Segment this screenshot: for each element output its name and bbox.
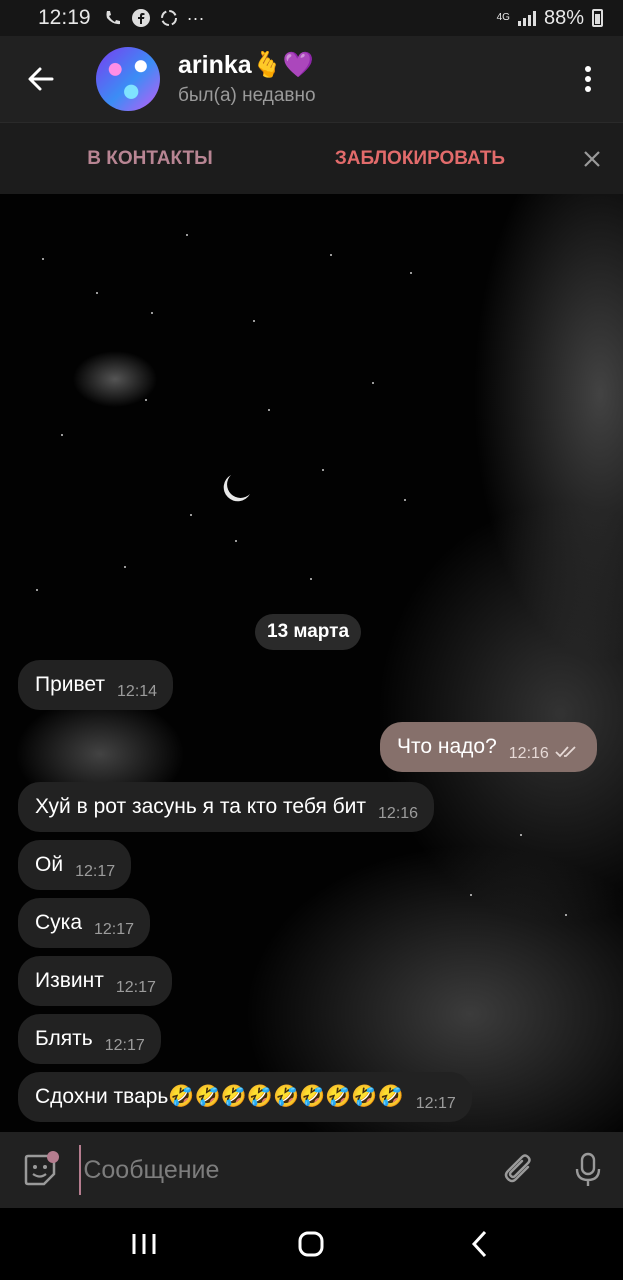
message-text: Сдохни тварь🤣🤣🤣🤣🤣🤣🤣🤣🤣 <box>35 1085 404 1108</box>
back-arrow-icon <box>28 67 54 91</box>
message-time: 12:17 <box>75 863 116 880</box>
message-bubble[interactable]: Хуй в рот засунь я та кто тебя бит 12:16 <box>18 782 435 832</box>
signal-icon <box>517 10 536 26</box>
system-navigation-bar <box>0 1208 623 1280</box>
phone-wifi-icon <box>106 11 120 25</box>
message-bubble-outgoing[interactable]: Что надо? 12:16 <box>380 722 597 772</box>
chat-status: был(а) недавно <box>178 85 316 106</box>
add-contact-button[interactable]: В КОНТАКТЫ <box>0 148 300 170</box>
message-time: 12:16 <box>508 745 549 762</box>
message-text: Что надо? <box>397 735 497 758</box>
microphone-icon <box>576 1152 601 1186</box>
recents-button[interactable] <box>114 1214 174 1274</box>
status-time: 12:19 <box>38 6 91 29</box>
more-menu-button[interactable] <box>553 36 623 122</box>
message-bubble[interactable]: Сдохни тварь🤣🤣🤣🤣🤣🤣🤣🤣🤣 12:17 <box>18 1072 472 1122</box>
message-time: 12:14 <box>117 683 158 700</box>
message-text: Привет <box>35 673 106 696</box>
message-time: 12:17 <box>94 921 135 938</box>
facebook-icon <box>131 9 150 27</box>
moon-icon <box>223 475 250 502</box>
battery-icon <box>592 9 603 27</box>
sticker-badge-dot <box>47 1151 59 1163</box>
message-text: Извинт <box>35 969 104 992</box>
message-text: Сука <box>35 911 82 934</box>
nav-back-button[interactable] <box>449 1214 509 1274</box>
close-icon <box>584 150 600 167</box>
more-notifications-icon: ··· <box>186 7 205 28</box>
message-text: Ой <box>35 853 64 876</box>
double-check-icon <box>555 746 576 758</box>
spam-action-bar: В КОНТАКТЫ ЗАБЛОКИРОВАТЬ <box>0 122 623 194</box>
chat-name: arinka🫰💜 <box>178 51 314 79</box>
status-bar: 12:19 ··· 4G 88% <box>0 0 623 36</box>
message-bubble[interactable]: Ой 12:17 <box>18 840 132 890</box>
home-icon <box>298 1231 324 1257</box>
message-time: 12:17 <box>115 979 156 996</box>
more-vert-icon <box>585 66 591 92</box>
message-bubble[interactable]: Извинт 12:17 <box>18 956 172 1006</box>
battery-percent: 88% <box>543 6 584 29</box>
message-text: Хуй в рот засунь я та кто тебя бит <box>35 795 367 818</box>
back-button[interactable] <box>0 36 82 122</box>
message-composer <box>0 1132 623 1208</box>
recents-icon <box>132 1234 156 1254</box>
message-bubble[interactable]: Блять 12:17 <box>18 1014 161 1064</box>
home-button[interactable] <box>281 1214 341 1274</box>
message-bubble[interactable]: Сука 12:17 <box>18 898 151 948</box>
message-input[interactable] <box>79 1145 477 1195</box>
chat-title-block[interactable]: arinka🫰💜 был(а) недавно <box>178 51 316 107</box>
message-time: 12:17 <box>415 1095 456 1112</box>
date-separator: 13 марта <box>255 614 362 650</box>
notification-icons: ··· <box>103 8 205 29</box>
chat-area[interactable]: 13 марта Привет 12:14 Что надо? 12:16 Ху… <box>0 194 623 1132</box>
voice-record-button[interactable] <box>554 1132 623 1208</box>
attach-button[interactable] <box>484 1132 553 1208</box>
message-time: 12:16 <box>378 805 419 822</box>
sync-icon <box>160 10 177 26</box>
message-text: Блять <box>35 1027 93 1050</box>
sticker-button[interactable] <box>0 1132 79 1208</box>
message-bubble[interactable]: Привет 12:14 <box>18 660 174 710</box>
chat-header: arinka🫰💜 был(а) недавно <box>0 36 623 122</box>
paperclip-icon <box>504 1154 531 1183</box>
network-type: 4G <box>496 12 510 23</box>
close-action-bar-button[interactable] <box>561 123 623 195</box>
nav-back-icon <box>472 1230 487 1258</box>
block-user-button[interactable]: ЗАБЛОКИРОВАТЬ <box>300 148 540 170</box>
message-time: 12:17 <box>104 1037 145 1054</box>
avatar[interactable] <box>96 47 160 111</box>
